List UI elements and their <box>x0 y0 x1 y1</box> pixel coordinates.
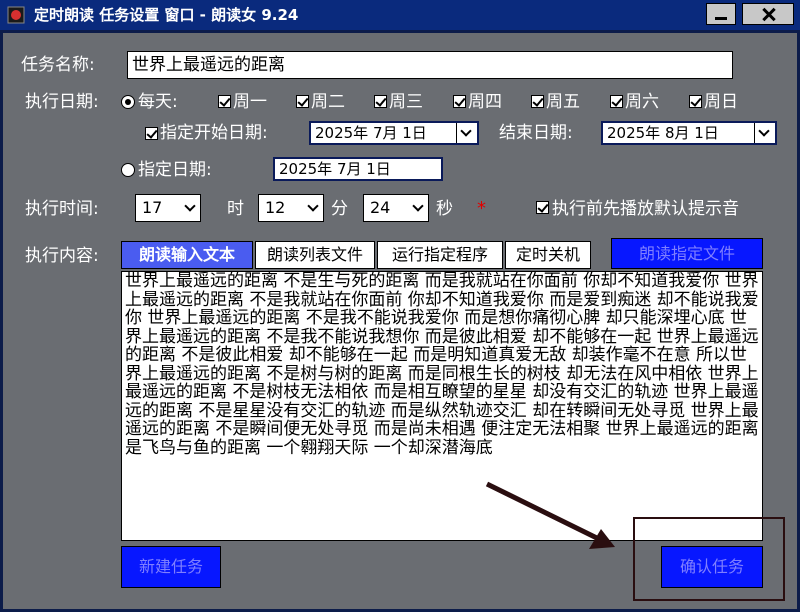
weekday-label-thu: 周四 <box>468 92 502 112</box>
specific-date-label: 指定日期: <box>138 160 212 180</box>
minute-select[interactable]: 12 <box>258 194 324 222</box>
start-date-label: 指定开始日期: <box>160 123 268 143</box>
weekday-checkbox-mon[interactable] <box>218 95 231 108</box>
required-star: * <box>477 198 486 219</box>
second-unit: 秒 <box>436 199 453 219</box>
read-file-button[interactable]: 朗读指定文件 <box>611 238 763 269</box>
close-button[interactable] <box>742 3 794 25</box>
hour-value: 17 <box>142 198 163 217</box>
weekday-label-wed: 周三 <box>389 92 423 112</box>
specific-date-value: 2025年 7月 1日 <box>279 160 391 178</box>
second-value: 24 <box>370 198 391 217</box>
weekday-label-fri: 周五 <box>546 92 580 112</box>
weekday-checkbox-fri[interactable] <box>531 95 544 108</box>
weekday-label-tue: 周二 <box>311 92 345 112</box>
minute-value: 12 <box>265 198 286 217</box>
daily-radio[interactable] <box>121 95 135 109</box>
daily-label: 每天: <box>138 92 178 112</box>
highlight-frame <box>633 517 785 601</box>
tab-run-program[interactable]: 运行指定程序 <box>377 241 503 269</box>
dialog-body: 任务名称: 世界上最遥远的距离 执行日期: 每天: 周一 周二 周三 周四 周五… <box>3 33 797 609</box>
exec-content-label: 执行内容: <box>25 246 99 266</box>
task-name-input[interactable]: 世界上最遥远的距离 <box>127 51 733 79</box>
minimize-button[interactable] <box>706 3 736 25</box>
weekday-label-sat: 周六 <box>625 92 659 112</box>
chevron-down-icon <box>307 200 319 212</box>
chevron-down-icon[interactable] <box>754 123 775 143</box>
play-sound-label: 执行前先播放默认提示音 <box>552 199 739 219</box>
exec-date-label: 执行日期: <box>25 92 99 112</box>
tab-timed-shutdown[interactable]: 定时关机 <box>505 241 591 269</box>
specific-date-radio[interactable] <box>121 163 135 177</box>
chevron-down-icon <box>184 200 196 212</box>
weekday-checkbox-thu[interactable] <box>453 95 466 108</box>
end-date-picker[interactable]: 2025年 8月 1日 <box>601 121 777 145</box>
hour-select[interactable]: 17 <box>135 194 201 222</box>
minute-unit: 分 <box>331 199 348 219</box>
play-sound-checkbox[interactable] <box>536 201 549 214</box>
weekday-label-sun: 周日 <box>704 92 738 112</box>
title-bar: 定时朗读 任务设置 窗口 - 朗读女 9.24 <box>0 0 800 30</box>
end-date-label: 结束日期: <box>499 123 573 143</box>
task-name-label: 任务名称: <box>21 55 95 75</box>
weekday-label-mon: 周一 <box>233 92 267 112</box>
tab-read-list-file[interactable]: 朗读列表文件 <box>255 241 375 269</box>
start-date-picker[interactable]: 2025年 7月 1日 <box>309 121 479 145</box>
app-icon <box>7 6 25 24</box>
end-date-value: 2025年 8月 1日 <box>607 124 719 142</box>
start-date-value: 2025年 7月 1日 <box>315 124 427 142</box>
chevron-down-icon[interactable] <box>456 123 477 143</box>
start-date-checkbox[interactable] <box>145 127 158 140</box>
exec-time-label: 执行时间: <box>25 199 99 219</box>
weekday-checkbox-wed[interactable] <box>374 95 387 108</box>
tab-read-input-text[interactable]: 朗读输入文本 <box>121 241 253 269</box>
hour-unit: 时 <box>227 199 244 219</box>
content-textarea[interactable]: 世界上最遥远的距离 不是生与死的距离 而是我就站在你面前 你却不知道我爱你 世界… <box>121 271 763 541</box>
weekday-checkbox-sun[interactable] <box>689 95 702 108</box>
weekday-checkbox-sat[interactable] <box>610 95 623 108</box>
second-select[interactable]: 24 <box>363 194 429 222</box>
window-title: 定时朗读 任务设置 窗口 - 朗读女 9.24 <box>34 6 299 24</box>
specific-date-picker[interactable]: 2025年 7月 1日 <box>273 157 443 181</box>
chevron-down-icon <box>412 200 424 212</box>
new-task-button[interactable]: 新建任务 <box>121 546 221 588</box>
weekday-checkbox-tue[interactable] <box>296 95 309 108</box>
